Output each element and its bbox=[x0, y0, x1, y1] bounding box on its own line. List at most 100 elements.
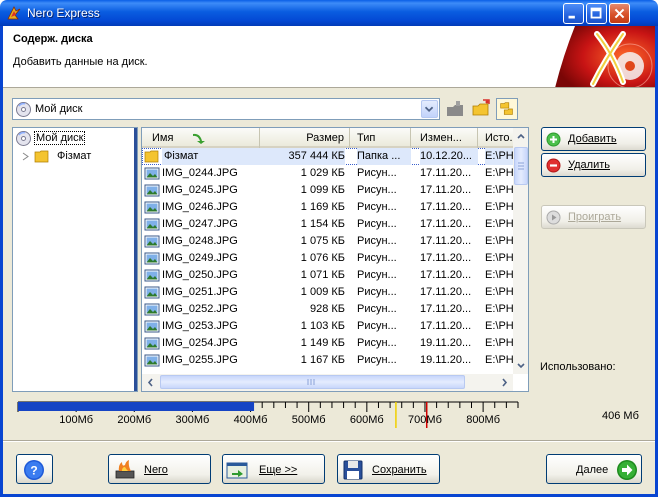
add-button-label: Добавить bbox=[568, 133, 617, 145]
file-row[interactable]: IMG_0248.JPG 1 075 КБ Рисун... 17.11.20... E… bbox=[142, 233, 513, 250]
wizard-header: Содерж. диска Добавить данные на диск. bbox=[3, 26, 655, 88]
delete-button-label: Удалить bbox=[568, 159, 610, 171]
grip-icon bbox=[307, 379, 315, 385]
scroll-right-icon bbox=[502, 378, 508, 387]
file-row[interactable]: IMG_0254.JPG 1 149 КБ Рисун... 19.11.20... E… bbox=[142, 335, 513, 352]
capacity-scale-label: 800Мб bbox=[466, 414, 501, 426]
file-row[interactable]: IMG_0244.JPG 1 029 КБ Рисун... 17.11.20... E… bbox=[142, 165, 513, 182]
compilation-dropdown-button[interactable] bbox=[421, 100, 438, 118]
vertical-scroll-thumb[interactable] bbox=[514, 147, 528, 185]
file-cell-src: E:\PH bbox=[485, 320, 513, 332]
delete-button[interactable]: Удалить bbox=[541, 153, 646, 177]
file-cell-date: 17.11.20... bbox=[420, 269, 472, 281]
scroll-right-button[interactable] bbox=[497, 374, 513, 391]
file-cell-src: E:\PH bbox=[485, 252, 513, 264]
file-row[interactable]: IMG_0246.JPG 1 169 КБ Рисун... 17.11.20... E… bbox=[142, 199, 513, 216]
file-cell-name: IMG_0245.JPG bbox=[162, 184, 238, 196]
bottom-divider bbox=[3, 440, 655, 442]
folder-icon bbox=[144, 150, 159, 163]
file-row[interactable]: IMG_0249.JPG 1 076 КБ Рисун... 17.11.20... E… bbox=[142, 250, 513, 267]
scroll-up-button[interactable] bbox=[513, 128, 528, 145]
column-header-name[interactable]: Имя bbox=[142, 128, 260, 148]
vertical-scrollbar[interactable] bbox=[513, 128, 528, 374]
file-row[interactable]: IMG_0252.JPG 928 КБ Рисун... 17.11.20... E:\… bbox=[142, 301, 513, 318]
maximize-button[interactable] bbox=[586, 3, 607, 24]
file-cell-name: IMG_0247.JPG bbox=[162, 218, 238, 230]
play-icon bbox=[546, 210, 561, 225]
file-cell-date: 17.11.20... bbox=[420, 320, 472, 332]
folder-view-button[interactable] bbox=[496, 98, 518, 120]
file-row[interactable]: Фізмат 357 444 КБ Папка ... 10.12.20... E:\P… bbox=[142, 148, 513, 165]
image-file-icon bbox=[144, 184, 160, 197]
column-header-modified[interactable]: Измен... bbox=[411, 128, 478, 148]
compilation-select[interactable]: Мой диск bbox=[12, 98, 440, 120]
capacity-scale-label: 200Мб bbox=[117, 414, 152, 426]
file-row[interactable]: IMG_0250.JPG 1 071 КБ Рисун... 17.11.20... E… bbox=[142, 267, 513, 284]
horizontal-scrollbar[interactable] bbox=[142, 374, 513, 391]
scroll-up-icon bbox=[517, 133, 525, 139]
help-icon: ? bbox=[24, 460, 44, 480]
folder-icon bbox=[34, 150, 49, 163]
file-cell-date: 17.11.20... bbox=[420, 218, 472, 230]
add-button[interactable]: Добавить bbox=[541, 127, 646, 151]
file-cell-date: 17.11.20... bbox=[420, 303, 472, 315]
used-space-label: Использовано: bbox=[540, 361, 616, 373]
tree-root-item[interactable]: Мой диск bbox=[13, 130, 133, 147]
file-cell-date: 19.11.20... bbox=[420, 354, 472, 366]
horizontal-scroll-thumb[interactable] bbox=[160, 375, 465, 389]
file-cell-name: IMG_0246.JPG bbox=[162, 201, 238, 213]
nero-button[interactable]: Nero bbox=[108, 454, 211, 484]
browse-folder-icon[interactable] bbox=[470, 98, 492, 120]
delete-icon bbox=[546, 158, 561, 173]
column-header-type[interactable]: Тип bbox=[350, 128, 411, 148]
expand-icon[interactable] bbox=[21, 152, 30, 161]
column-header-source[interactable]: Исто... bbox=[478, 128, 513, 148]
capacity-scale-label: 400Мб bbox=[233, 414, 268, 426]
nero-button-label: Nero bbox=[144, 464, 168, 476]
new-folder-disabled-icon[interactable] bbox=[444, 98, 466, 120]
file-row[interactable]: IMG_0247.JPG 1 154 КБ Рисун... 17.11.20... E… bbox=[142, 216, 513, 233]
file-cell-type: Рисун... bbox=[357, 269, 397, 281]
help-button[interactable]: ? bbox=[16, 454, 53, 484]
nero-burn-icon bbox=[115, 460, 135, 479]
file-row[interactable]: IMG_0253.JPG 1 103 КБ Рисун... 17.11.20... E… bbox=[142, 318, 513, 335]
file-cell-size: 1 009 КБ bbox=[300, 286, 345, 298]
more-options-icon bbox=[226, 462, 248, 479]
grip-icon bbox=[518, 162, 524, 170]
file-cell-name: IMG_0248.JPG bbox=[162, 235, 238, 247]
next-arrow-icon bbox=[617, 460, 637, 480]
title-bar[interactable]: Nero Express bbox=[0, 0, 658, 26]
file-cell-src: E:\PH bbox=[485, 235, 513, 247]
next-button[interactable]: Далее bbox=[546, 454, 642, 484]
play-button[interactable]: Проиграть bbox=[541, 205, 646, 229]
capacity-scale-label: 600Мб bbox=[349, 414, 384, 426]
tree-splitter[interactable] bbox=[134, 128, 137, 391]
file-cell-src: E:\PH bbox=[485, 286, 513, 298]
file-cell-name: IMG_0250.JPG bbox=[162, 269, 238, 281]
column-header-size[interactable]: Размер bbox=[260, 128, 350, 148]
save-button[interactable]: Сохранить bbox=[337, 454, 440, 484]
scroll-left-button[interactable] bbox=[142, 374, 158, 391]
close-button[interactable] bbox=[609, 3, 630, 24]
file-cell-date: 17.11.20... bbox=[420, 235, 472, 247]
file-cell-type: Папка ... bbox=[357, 148, 411, 165]
file-row[interactable]: IMG_0245.JPG 1 099 КБ Рисун... 17.11.20... E… bbox=[142, 182, 513, 199]
more-button[interactable]: Еще >> bbox=[222, 454, 325, 484]
file-row[interactable]: IMG_0251.JPG 1 009 КБ Рисун... 17.11.20... E… bbox=[142, 284, 513, 301]
next-button-label: Далее bbox=[576, 464, 609, 476]
minimize-button[interactable] bbox=[563, 3, 584, 24]
disc-tree[interactable]: Мой диск Фізмат bbox=[12, 127, 138, 392]
file-cell-type: Рисун... bbox=[357, 201, 397, 213]
file-row[interactable]: IMG_0255.JPG 1 167 КБ Рисун... 19.11.20... E… bbox=[142, 352, 513, 369]
file-cell-type: Рисун... bbox=[357, 337, 397, 349]
file-list[interactable]: Имя Размер Тип Измен... Исто... Фізмат35… bbox=[141, 127, 529, 392]
tree-folder-item[interactable]: Фізмат bbox=[13, 148, 133, 165]
play-button-label: Проиграть bbox=[568, 211, 622, 223]
file-cell-date: 17.11.20... bbox=[420, 184, 472, 196]
scroll-down-button[interactable] bbox=[513, 357, 528, 374]
file-cell-type: Рисун... bbox=[357, 354, 397, 366]
file-cell-name: IMG_0251.JPG bbox=[162, 286, 238, 298]
compilation-value: Мой диск bbox=[35, 103, 83, 115]
file-cell-src: E:\PH bbox=[485, 218, 513, 230]
add-icon bbox=[546, 132, 561, 147]
